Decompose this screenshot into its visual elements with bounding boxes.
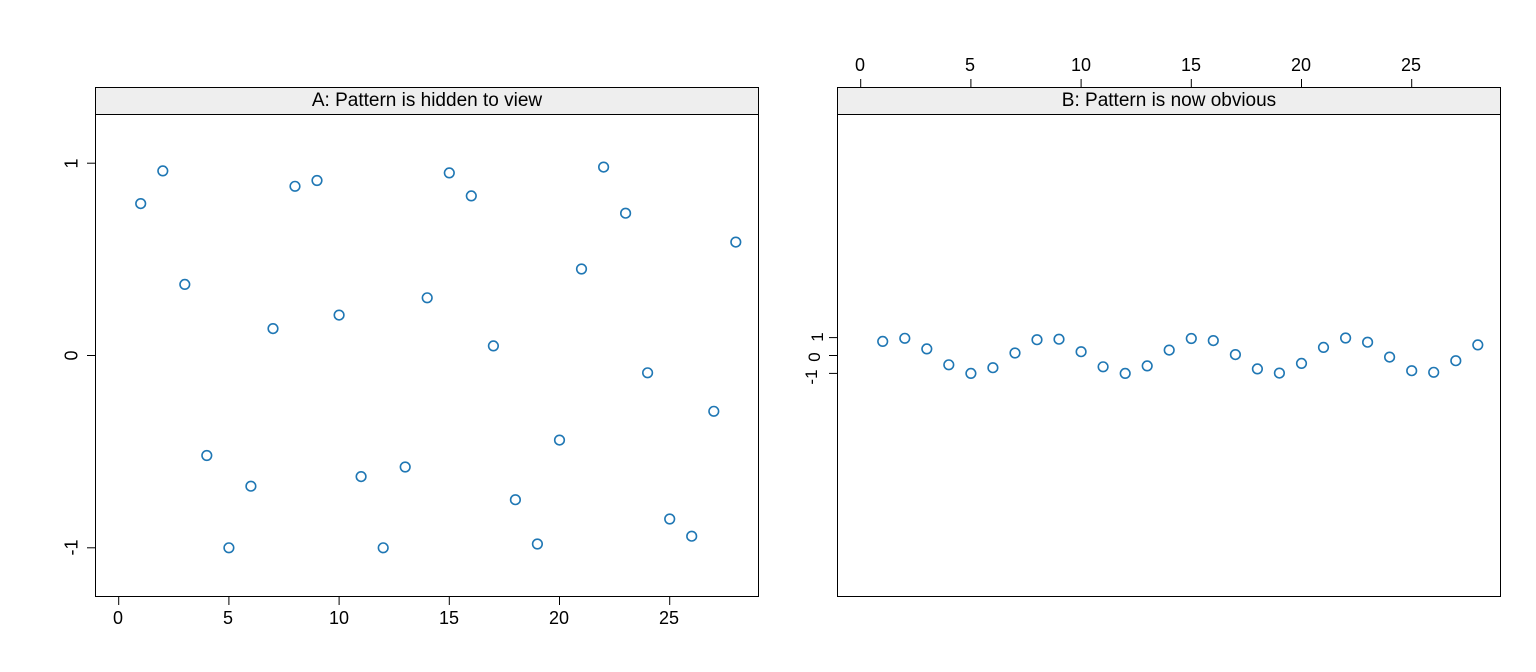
panel-b-xtick-10: 10 xyxy=(1071,55,1091,76)
panel-b-yticks xyxy=(829,338,837,374)
panel-b-xtick-5: 5 xyxy=(965,55,975,76)
panel-b-xtick-20: 20 xyxy=(1291,55,1311,76)
panel-b-ytick-1: 1 xyxy=(808,325,828,349)
panel-b-xtick-25: 25 xyxy=(1401,55,1421,76)
panel-b-xtick-15: 15 xyxy=(1181,55,1201,76)
panel-b-xticks xyxy=(861,79,1412,87)
figure: A: Pattern is hidden to view xyxy=(0,0,1536,672)
panel-b-points xyxy=(878,333,1483,378)
panel-b-svg xyxy=(0,0,1536,672)
panel-b-xtick-0: 0 xyxy=(855,55,865,76)
